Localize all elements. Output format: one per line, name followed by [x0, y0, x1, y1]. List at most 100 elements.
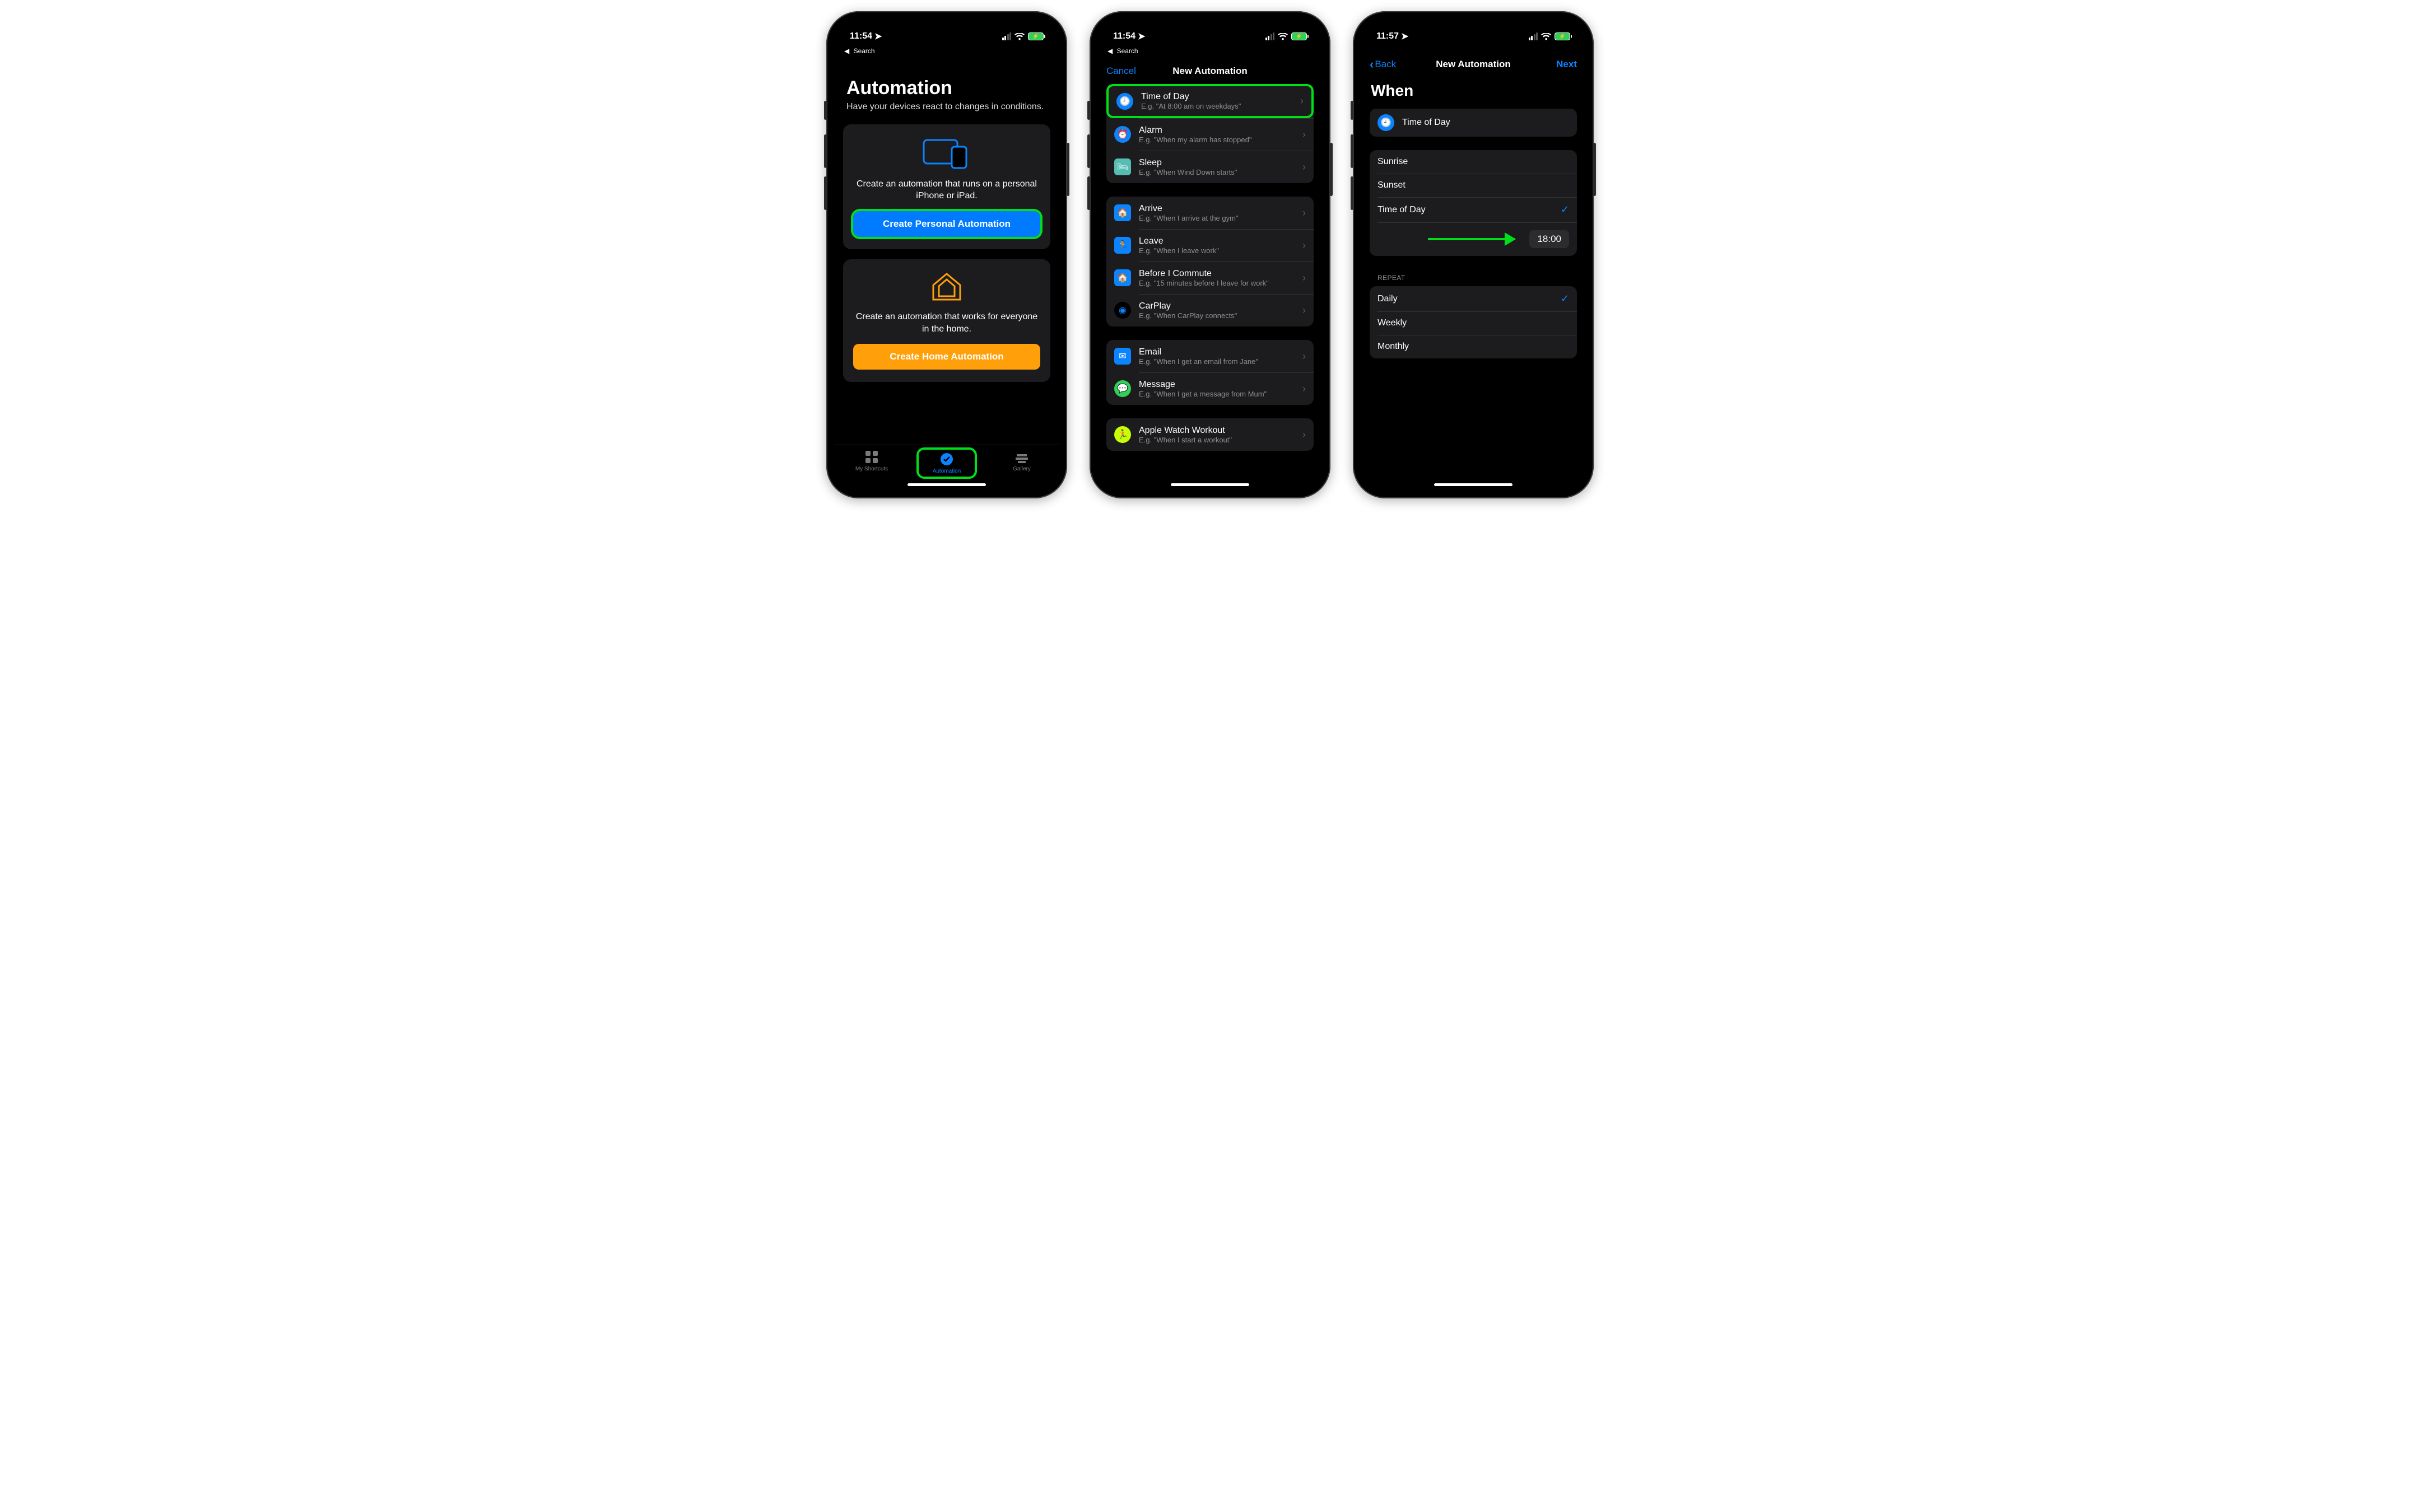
trigger-row-carplay[interactable]: ◉ CarPlayE.g. "When CarPlay connects" ›	[1106, 294, 1314, 326]
tab-gallery[interactable]: Gallery	[994, 450, 1050, 472]
location-icon: ➤	[1401, 31, 1408, 42]
create-home-automation-button[interactable]: Create Home Automation	[853, 344, 1040, 370]
trigger-group: 🕘Time of DayE.g. "At 8:00 am on weekdays…	[1106, 84, 1314, 183]
back-button[interactable]: ‹Back	[1370, 57, 1396, 72]
location-icon: ➤	[1138, 31, 1145, 42]
status-time: 11:54	[850, 31, 872, 41]
row-subtitle: E.g. "When I get an email from Jane"	[1139, 357, 1295, 366]
trigger-row-apple-watch-workout[interactable]: 🏃Apple Watch WorkoutE.g. "When I start a…	[1106, 418, 1314, 451]
check-icon: ✓	[1561, 204, 1569, 216]
row-title: Before I Commute	[1139, 269, 1295, 279]
email-icon: ✉	[1114, 348, 1131, 365]
nav-title: New Automation	[1172, 66, 1247, 77]
back-label: Back	[1375, 59, 1396, 70]
chevron-right-icon: ›	[1302, 429, 1306, 441]
chevron-right-icon: ›	[1302, 305, 1306, 316]
home-indicator[interactable]	[1434, 483, 1513, 486]
chevron-right-icon: ›	[1302, 161, 1306, 173]
phone-1: 11:54➤ ⚡ ◀ Search Automation Have your d…	[826, 11, 1067, 498]
personal-automation-card: Create an automation that runs on a pers…	[843, 124, 1050, 249]
row-subtitle: E.g. "When I leave work"	[1139, 246, 1295, 255]
home-indicator[interactable]	[1171, 483, 1249, 486]
personal-desc: Create an automation that runs on a pers…	[853, 178, 1040, 202]
chevron-right-icon: ›	[1302, 207, 1306, 219]
repeat-label: Daily	[1377, 294, 1398, 304]
option-label: Time of Day	[1377, 205, 1426, 215]
battery-icon: ⚡	[1028, 32, 1044, 40]
chevron-right-icon: ›	[1302, 240, 1306, 251]
trigger-row-email[interactable]: ✉ EmailE.g. "When I get an email from Jan…	[1106, 340, 1314, 372]
trigger-row-message[interactable]: 💬MessageE.g. "When I get a message from …	[1106, 372, 1314, 405]
breadcrumb-chevron-icon: ◀	[844, 47, 849, 55]
commute-icon: 🏠	[1114, 269, 1131, 286]
phone-3: 11:57➤ ⚡ ‹Back New Automation Next When …	[1353, 11, 1594, 498]
time-picker[interactable]: 18:00	[1529, 230, 1569, 248]
trigger-group: 🏠ArriveE.g. "When I arrive at the gym"› 🏃…	[1106, 197, 1314, 326]
row-subtitle: E.g. "When Wind Down starts"	[1139, 168, 1295, 176]
carplay-icon: ◉	[1114, 302, 1131, 319]
wifi-icon	[1278, 33, 1288, 40]
trigger-group: 🏃Apple Watch WorkoutE.g. "When I start a…	[1106, 418, 1314, 451]
trigger-label: Time of Day	[1402, 118, 1450, 128]
repeat-weekly[interactable]: Weekly	[1370, 311, 1577, 335]
option-time-of-day[interactable]: Time of Day ✓	[1370, 197, 1577, 222]
tab-label: My Shortcuts	[855, 466, 888, 472]
automation-tab-icon	[939, 452, 954, 466]
repeat-daily[interactable]: Daily ✓	[1370, 286, 1577, 311]
row-title: Sleep	[1139, 158, 1295, 168]
trigger-row-before-i-commute[interactable]: 🏠 Before I CommuteE.g. "15 minutes before…	[1106, 262, 1314, 294]
tab-automation[interactable]: Automation	[919, 450, 975, 477]
time-options-group: Sunrise Sunset Time of Day ✓ 18:00	[1370, 150, 1577, 256]
row-title: Email	[1139, 347, 1295, 357]
chevron-left-icon: ‹	[1370, 57, 1374, 72]
annotation-arrow	[1428, 238, 1515, 240]
option-sunrise[interactable]: Sunrise	[1370, 150, 1577, 174]
cancel-button[interactable]: Cancel	[1106, 66, 1136, 77]
clock-icon: 🕘	[1116, 93, 1133, 110]
chevron-right-icon: ›	[1302, 129, 1306, 141]
create-personal-automation-button[interactable]: Create Personal Automation	[853, 211, 1040, 237]
trigger-row-sleep[interactable]: 🛏 SleepE.g. "When Wind Down starts" ›	[1106, 151, 1314, 183]
row-subtitle: E.g. "15 minutes before I leave for work…	[1139, 279, 1295, 287]
next-button[interactable]: Next	[1556, 59, 1577, 70]
devices-icon	[922, 137, 972, 169]
trigger-row-leave[interactable]: 🏃LeaveE.g. "When I leave work"›	[1106, 229, 1314, 262]
trigger-row-alarm[interactable]: ⏰AlarmE.g. "When my alarm has stopped"›	[1106, 118, 1314, 151]
tab-my-shortcuts[interactable]: My Shortcuts	[844, 450, 900, 472]
nav-title: New Automation	[1436, 59, 1510, 70]
repeat-monthly[interactable]: Monthly	[1370, 335, 1577, 358]
row-title: Apple Watch Workout	[1139, 426, 1295, 436]
status-bar: 11:54➤ ⚡	[1097, 19, 1323, 47]
grid-icon	[864, 450, 879, 464]
repeat-label: Weekly	[1377, 318, 1407, 328]
repeat-label: Monthly	[1377, 342, 1409, 352]
signal-icon	[1002, 32, 1012, 40]
page-subtitle: Have your devices react to changes in co…	[843, 101, 1050, 124]
breadcrumb[interactable]: ◀ Search	[1097, 47, 1323, 58]
home-indicator[interactable]	[908, 483, 986, 486]
alarm-icon: ⏰	[1114, 126, 1131, 143]
phone-2: 11:54➤ ⚡ ◀ Search Cancel New Automation …	[1090, 11, 1330, 498]
check-icon: ✓	[1561, 293, 1569, 305]
nav-bar: ‹Back New Automation Next	[1361, 52, 1586, 77]
home-automation-card: Create an automation that works for ever…	[843, 259, 1050, 382]
home-desc: Create an automation that works for ever…	[853, 311, 1040, 335]
option-sunset[interactable]: Sunset	[1370, 174, 1577, 197]
bed-icon: 🛏	[1114, 158, 1131, 175]
row-title: CarPlay	[1139, 301, 1295, 311]
trigger-row-time-of-day[interactable]: 🕘Time of DayE.g. "At 8:00 am on weekdays…	[1106, 84, 1314, 118]
chevron-right-icon: ›	[1300, 95, 1304, 107]
trigger-row-arrive[interactable]: 🏠ArriveE.g. "When I arrive at the gym"›	[1106, 197, 1314, 229]
tab-label: Gallery	[1013, 466, 1031, 472]
row-title: Alarm	[1139, 125, 1295, 136]
chevron-right-icon: ›	[1302, 351, 1306, 362]
breadcrumb[interactable]: ◀ Search	[834, 47, 1059, 58]
status-bar: 11:54➤ ⚡	[834, 19, 1059, 47]
breadcrumb-chevron-icon: ◀	[1107, 47, 1113, 55]
option-label: Sunset	[1377, 180, 1406, 190]
leave-icon: 🏃	[1114, 237, 1131, 254]
trigger-group: ✉ EmailE.g. "When I get an email from Jan…	[1106, 340, 1314, 405]
page-title: Automation	[843, 58, 1050, 101]
row-subtitle: E.g. "When CarPlay connects"	[1139, 311, 1295, 320]
repeat-group: Daily ✓ Weekly Monthly	[1370, 286, 1577, 358]
